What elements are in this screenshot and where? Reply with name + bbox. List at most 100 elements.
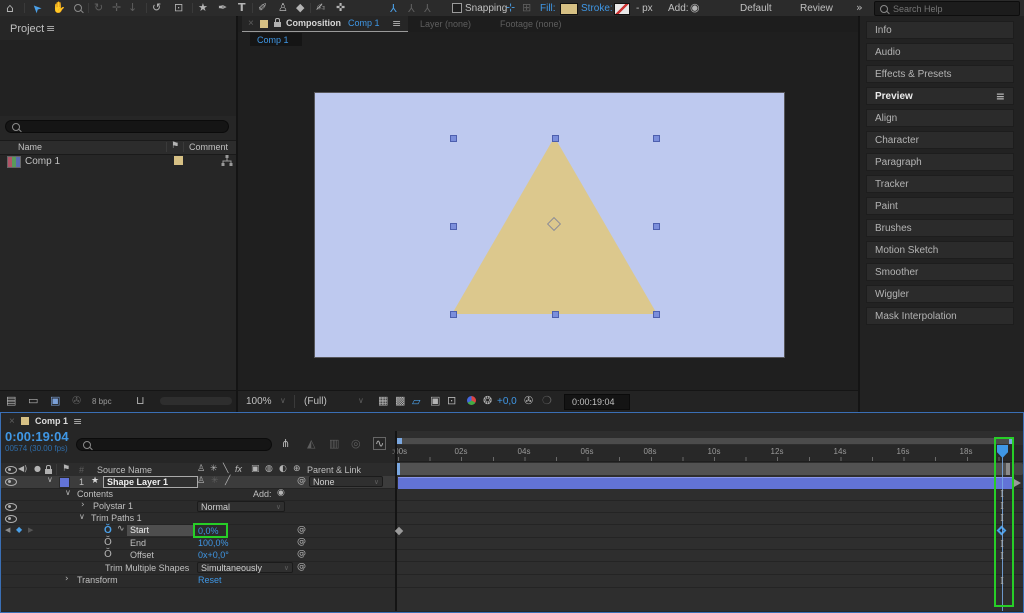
video-column-icon[interactable] bbox=[5, 466, 17, 474]
world-axis-mode-icon[interactable]: Y bbox=[408, 1, 415, 14]
next-keyframe-icon[interactable]: ▶ bbox=[28, 526, 33, 534]
trim-paths-label[interactable]: Trim Paths 1 bbox=[91, 513, 142, 523]
contents-add-label[interactable]: Add: bbox=[253, 489, 272, 499]
timeline-menu-icon[interactable]: ≡ bbox=[73, 416, 82, 427]
exposure-icon[interactable]: ❂ bbox=[483, 395, 492, 406]
viewer-timecode-box[interactable]: 0:00:19:04 bbox=[564, 394, 630, 410]
fill-swatch[interactable] bbox=[560, 3, 578, 15]
frame-blending-icon[interactable]: ▥ bbox=[329, 438, 339, 449]
layer-tab[interactable]: Layer (none) bbox=[420, 19, 471, 29]
stroke-label[interactable]: Stroke: bbox=[581, 3, 613, 14]
trim-paths-visibility-icon[interactable] bbox=[5, 515, 17, 523]
panel-tab-motion-sketch[interactable]: Motion Sketch bbox=[866, 241, 1014, 259]
project-search-box[interactable] bbox=[5, 120, 229, 133]
new-folder-icon[interactable]: ▭ bbox=[28, 395, 38, 406]
trim-multiple-shapes-row[interactable]: Trim Multiple Shapes Simultaneously ∨ @ bbox=[1, 562, 395, 574]
threed-column-icon[interactable]: ◐ bbox=[279, 465, 287, 474]
view-axis-mode-icon[interactable]: Y bbox=[424, 1, 431, 14]
panel-tab-character[interactable]: Character bbox=[866, 131, 1014, 149]
resolution-value[interactable]: (Full) bbox=[304, 396, 327, 407]
stroke-width-value[interactable]: - px bbox=[636, 3, 653, 14]
collapse-column-icon[interactable]: ✳ bbox=[210, 465, 218, 474]
new-composition-icon[interactable]: ▣ bbox=[50, 395, 60, 406]
composition-tab-comp-name[interactable]: Comp 1 bbox=[348, 18, 380, 28]
snap-grid-icon[interactable]: ⊞ bbox=[522, 2, 531, 13]
mask-visibility-icon[interactable]: ▱ bbox=[412, 395, 420, 408]
show-snapshot-icon[interactable]: ❍ bbox=[542, 395, 552, 406]
transform-row[interactable]: › Transform Reset bbox=[1, 575, 395, 586]
selection-handle[interactable] bbox=[653, 135, 660, 142]
composition-tab[interactable]: × Composition Comp 1 ≡ bbox=[242, 16, 408, 32]
parent-link-column-label[interactable]: Parent & Link bbox=[307, 465, 361, 475]
type-tool-icon[interactable]: T bbox=[238, 2, 246, 13]
selection-handle[interactable] bbox=[653, 223, 660, 230]
resolution-caret-icon[interactable]: ∨ bbox=[358, 396, 364, 405]
exposure-value[interactable]: +0,0 bbox=[497, 396, 517, 407]
panel-tab-align[interactable]: Align bbox=[866, 109, 1014, 127]
lock-column-icon[interactable] bbox=[45, 465, 52, 474]
end-value[interactable]: 100,0% bbox=[198, 538, 229, 548]
panel-tab-info[interactable]: Info bbox=[866, 21, 1014, 39]
layer-row-shape-layer-1[interactable]: ∨ 1 ★ Shape Layer 1 ♙ ✳ ╱ @ None ∨ bbox=[1, 476, 395, 488]
start-pickwhip-icon[interactable]: @ bbox=[297, 526, 306, 535]
pen-tool-icon[interactable]: ✒ bbox=[218, 2, 227, 13]
selection-handle[interactable] bbox=[450, 135, 457, 142]
layer-duration-bar[interactable] bbox=[398, 477, 1014, 489]
local-axis-mode-icon[interactable]: Y bbox=[390, 1, 397, 14]
hand-tool-icon[interactable]: ✋ bbox=[52, 2, 66, 13]
brush-tool-icon[interactable]: ✐ bbox=[258, 2, 267, 13]
eraser-tool-icon[interactable]: ◆ bbox=[296, 2, 304, 13]
rotation-tool-icon[interactable]: ↺ bbox=[152, 2, 161, 13]
offset-label[interactable]: Offset bbox=[130, 550, 154, 560]
stroke-swatch[interactable] bbox=[614, 3, 630, 15]
layer-label-swatch[interactable] bbox=[59, 477, 70, 488]
offset-property-row[interactable]: Ŏ Offset 0x+0,0° @ bbox=[1, 550, 395, 561]
interpret-footage-icon[interactable]: ▤ bbox=[6, 395, 16, 406]
blend-mode-dropdown[interactable]: Normal ∨ bbox=[197, 501, 285, 512]
title-action-safe-icon[interactable]: ⊡ bbox=[447, 395, 456, 406]
timeline-close-icon[interactable]: × bbox=[9, 416, 15, 427]
trim-paths-chevron-icon[interactable]: ∨ bbox=[79, 513, 85, 521]
end-property-row[interactable]: Ŏ End 100,0% @ bbox=[1, 538, 395, 549]
workspace-review[interactable]: Review bbox=[800, 3, 833, 14]
home-icon[interactable]: ⌂ bbox=[6, 2, 14, 14]
project-panel-menu-icon[interactable]: ≡ bbox=[46, 23, 55, 34]
selection-handle[interactable] bbox=[653, 311, 660, 318]
snap-to-feature-icon[interactable]: ⊹ bbox=[506, 2, 515, 13]
tag-column-icon[interactable]: ⚑ bbox=[171, 142, 179, 151]
project-item-row[interactable]: Comp 1 bbox=[0, 154, 236, 168]
column-comment-label[interactable]: Comment bbox=[189, 142, 228, 152]
end-pickwhip-icon[interactable]: @ bbox=[297, 538, 306, 547]
comp-mini-flowchart-icon[interactable]: ⋔ bbox=[281, 438, 290, 449]
color-depth-icon[interactable]: ✇ bbox=[72, 395, 81, 406]
polystar-label[interactable]: Polystar 1 bbox=[93, 501, 133, 511]
ball-column-icon[interactable]: ◍ bbox=[265, 465, 273, 474]
viewer-menu-icon[interactable]: ≡ bbox=[392, 18, 401, 29]
offset-pickwhip-icon[interactable]: @ bbox=[297, 550, 306, 559]
snapshot-camera-icon[interactable]: ✇ bbox=[524, 395, 533, 406]
keyframe-here-icon[interactable]: ◆ bbox=[16, 525, 22, 534]
contents-chevron-icon[interactable]: ∨ bbox=[65, 489, 71, 497]
layer-quality-icon[interactable]: ╱ bbox=[225, 477, 230, 486]
bit-depth-label[interactable]: 8 bpc bbox=[92, 397, 112, 406]
parent-dropdown[interactable]: None ∨ bbox=[309, 476, 383, 487]
selection-handle[interactable] bbox=[450, 223, 457, 230]
number-column-label[interactable]: # bbox=[79, 465, 84, 475]
project-tab-label[interactable]: Project bbox=[10, 23, 44, 35]
start-stopwatch-icon[interactable]: Ŏ bbox=[104, 525, 112, 536]
timeline-navigator-bar[interactable] bbox=[398, 438, 1014, 444]
selection-tool-icon[interactable]: ➤ bbox=[29, 1, 45, 17]
transform-label[interactable]: Transform bbox=[77, 575, 118, 585]
selection-handle[interactable] bbox=[552, 311, 559, 318]
layer-collapse-icon[interactable]: ✳ bbox=[211, 477, 219, 486]
sphere-column-icon[interactable]: ⊕ bbox=[293, 465, 301, 474]
workspace-default[interactable]: Default bbox=[740, 3, 772, 14]
comp-marker-bin[interactable] bbox=[1014, 463, 1023, 475]
current-timecode[interactable]: 0:00:19:04 bbox=[5, 429, 69, 444]
parent-pickwhip-icon[interactable]: @ bbox=[297, 477, 306, 486]
prev-keyframe-icon[interactable]: ◀ bbox=[5, 526, 10, 534]
draft-3d-icon[interactable]: ◭ bbox=[307, 438, 315, 449]
graph-editor-icon[interactable]: ∿ bbox=[373, 437, 387, 450]
layer-visibility-icon[interactable] bbox=[5, 478, 17, 486]
end-label[interactable]: End bbox=[130, 538, 146, 548]
